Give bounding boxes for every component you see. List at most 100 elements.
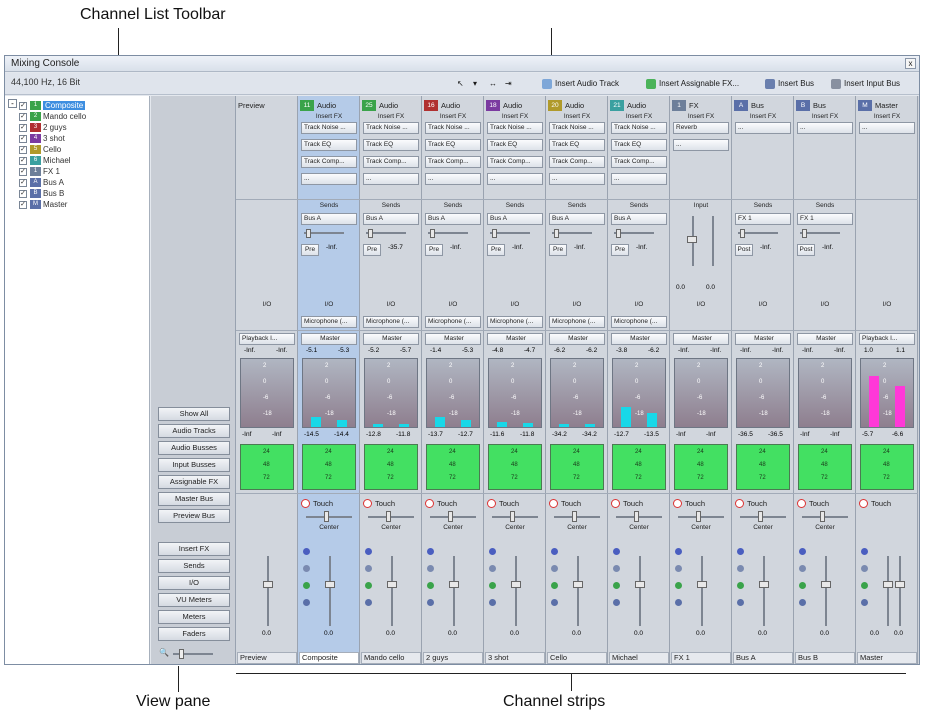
checkbox[interactable]: ✓ bbox=[19, 101, 27, 110]
channel-list-item[interactable]: ✓ 4 3 shot bbox=[19, 133, 65, 144]
automation-icon[interactable] bbox=[303, 582, 310, 589]
volume-fader-knob[interactable] bbox=[883, 581, 893, 588]
volume-fader[interactable] bbox=[577, 556, 579, 626]
input-select[interactable]: Microphone (... bbox=[611, 316, 667, 328]
input-select[interactable]: Microphone (... bbox=[363, 316, 419, 328]
channel-strip[interactable]: 21 Audio Insert FX Track Noise ... Track EQ T… bbox=[608, 96, 670, 664]
channel-strip[interactable]: 16 Audio Insert FX Track Noise ... Track EQ T… bbox=[422, 96, 484, 664]
channel-strip[interactable]: 25 Audio Insert FX Track Noise ... Track EQ T… bbox=[360, 96, 422, 664]
pan-slider[interactable] bbox=[306, 516, 352, 518]
view-button[interactable]: Audio Tracks bbox=[158, 424, 230, 438]
strip-name[interactable]: FX 1 bbox=[671, 652, 731, 664]
volume-fader-knob[interactable] bbox=[895, 581, 905, 588]
automation-mode-button[interactable]: Touch bbox=[301, 497, 333, 509]
strip-name[interactable]: Preview bbox=[237, 652, 297, 664]
view-button[interactable]: Insert FX bbox=[158, 542, 230, 556]
volume-fader[interactable] bbox=[639, 556, 641, 626]
input-select[interactable]: Microphone (... bbox=[301, 316, 357, 328]
automation-mode-button[interactable]: Touch bbox=[487, 497, 519, 509]
send-bus-select[interactable]: Bus A bbox=[549, 213, 605, 225]
channel-strip[interactable]: 18 Audio Insert FX Track Noise ... Track EQ T… bbox=[484, 96, 546, 664]
output-device-select[interactable]: Playback I... bbox=[859, 333, 915, 345]
volume-fader-knob[interactable] bbox=[573, 581, 583, 588]
record-automation-icon[interactable] bbox=[301, 498, 310, 508]
view-button[interactable]: Meters bbox=[158, 610, 230, 624]
pre-post-button[interactable]: Pre bbox=[301, 244, 319, 256]
view-button[interactable]: I/O bbox=[158, 576, 230, 590]
fx-slot[interactable]: Reverb bbox=[673, 122, 729, 134]
insert-fx-label[interactable]: Insert FX bbox=[858, 113, 916, 120]
insert-fx-label[interactable]: Insert FX bbox=[734, 113, 792, 120]
send-slider-knob[interactable] bbox=[740, 229, 745, 238]
volume-fader-knob[interactable] bbox=[697, 581, 707, 588]
fx-slot[interactable]: Track Noise ... bbox=[425, 122, 481, 134]
input-select[interactable]: Microphone (... bbox=[487, 316, 543, 328]
automation-icon[interactable] bbox=[675, 582, 682, 589]
automation-icon[interactable] bbox=[489, 548, 496, 555]
fx-slot[interactable]: Track EQ bbox=[301, 139, 357, 151]
automation-icon[interactable] bbox=[799, 548, 806, 555]
automation-icon[interactable] bbox=[737, 582, 744, 589]
insert-assignable-fx-button[interactable]: Insert Assignable FX... bbox=[646, 77, 739, 91]
insert-input-bus-button[interactable]: Insert Input Bus bbox=[831, 77, 900, 91]
automation-icon[interactable] bbox=[861, 565, 868, 572]
dropdown-icon[interactable]: ▾ bbox=[473, 77, 477, 91]
automation-mode-button[interactable]: Touch bbox=[425, 497, 457, 509]
pre-post-button[interactable]: Pre bbox=[487, 244, 505, 256]
strip-name[interactable]: Bus B bbox=[795, 652, 855, 664]
close-button[interactable]: x bbox=[905, 58, 916, 69]
channel-strip[interactable]: B Bus Insert FX... Sends FX 1 Post -Inf. I/O Mas… bbox=[794, 96, 856, 664]
automation-icon[interactable] bbox=[551, 599, 558, 606]
output-route-select[interactable]: Master bbox=[425, 333, 481, 345]
view-button[interactable]: Show All bbox=[158, 407, 230, 421]
strip-name[interactable]: 3 shot bbox=[485, 652, 545, 664]
send-slider-knob[interactable] bbox=[492, 229, 497, 238]
fx-slot[interactable]: Track Noise ... bbox=[301, 122, 357, 134]
automation-icon[interactable] bbox=[613, 548, 620, 555]
checkbox[interactable]: ✓ bbox=[19, 112, 27, 121]
fx-slot[interactable]: Track EQ bbox=[425, 139, 481, 151]
fx-slot[interactable]: ... bbox=[425, 173, 481, 185]
insert-fx-label[interactable]: Insert FX bbox=[486, 113, 544, 120]
input-fader-knob[interactable] bbox=[687, 236, 697, 243]
channel-strip[interactable]: 1 FX Insert FX Reverb... Input 0.0 0.0 I/O Maste… bbox=[670, 96, 732, 664]
automation-icon[interactable] bbox=[861, 582, 868, 589]
automation-icon[interactable] bbox=[489, 582, 496, 589]
volume-fader[interactable] bbox=[763, 556, 765, 626]
strip-name[interactable]: Bus A bbox=[733, 652, 793, 664]
record-automation-icon[interactable] bbox=[859, 498, 868, 508]
record-automation-icon[interactable] bbox=[487, 498, 496, 508]
fx-slot[interactable]: ... bbox=[673, 139, 729, 151]
insert-fx-label[interactable]: Insert FX bbox=[424, 113, 482, 120]
automation-mode-button[interactable]: Touch bbox=[797, 497, 829, 509]
automation-icon[interactable] bbox=[551, 565, 558, 572]
record-automation-icon[interactable] bbox=[735, 498, 744, 508]
pan-slider[interactable] bbox=[802, 516, 848, 518]
checkbox[interactable]: ✓ bbox=[19, 123, 27, 132]
channel-list-item[interactable]: ✓ 1 Composite bbox=[19, 100, 86, 111]
view-button[interactable]: Preview Bus bbox=[158, 509, 230, 523]
send-bus-select[interactable]: Bus A bbox=[487, 213, 543, 225]
fx-slot[interactable]: Track Comp... bbox=[425, 156, 481, 168]
output-route-select[interactable]: Master bbox=[487, 333, 543, 345]
fx-slot[interactable]: Track Comp... bbox=[363, 156, 419, 168]
input-select[interactable]: Microphone (... bbox=[549, 316, 605, 328]
record-automation-icon[interactable] bbox=[673, 498, 682, 508]
pan-knob[interactable] bbox=[572, 511, 577, 522]
pre-post-button[interactable]: Pre bbox=[363, 244, 381, 256]
automation-icon[interactable] bbox=[303, 599, 310, 606]
automation-mode-button[interactable]: Touch bbox=[735, 497, 767, 509]
automation-icon[interactable] bbox=[427, 582, 434, 589]
record-automation-icon[interactable] bbox=[549, 498, 558, 508]
automation-icon[interactable] bbox=[551, 548, 558, 555]
automation-icon[interactable] bbox=[365, 565, 372, 572]
collapse-icon[interactable]: - bbox=[8, 99, 17, 108]
volume-fader-knob[interactable] bbox=[511, 581, 521, 588]
automation-icon[interactable] bbox=[861, 548, 868, 555]
output-route-select[interactable]: Master bbox=[735, 333, 791, 345]
send-slider-knob[interactable] bbox=[368, 229, 373, 238]
pan-slider[interactable] bbox=[740, 516, 786, 518]
automation-mode-button[interactable]: Touch bbox=[673, 497, 705, 509]
fx-slot[interactable]: Track Comp... bbox=[487, 156, 543, 168]
view-button[interactable]: Assignable FX bbox=[158, 475, 230, 489]
